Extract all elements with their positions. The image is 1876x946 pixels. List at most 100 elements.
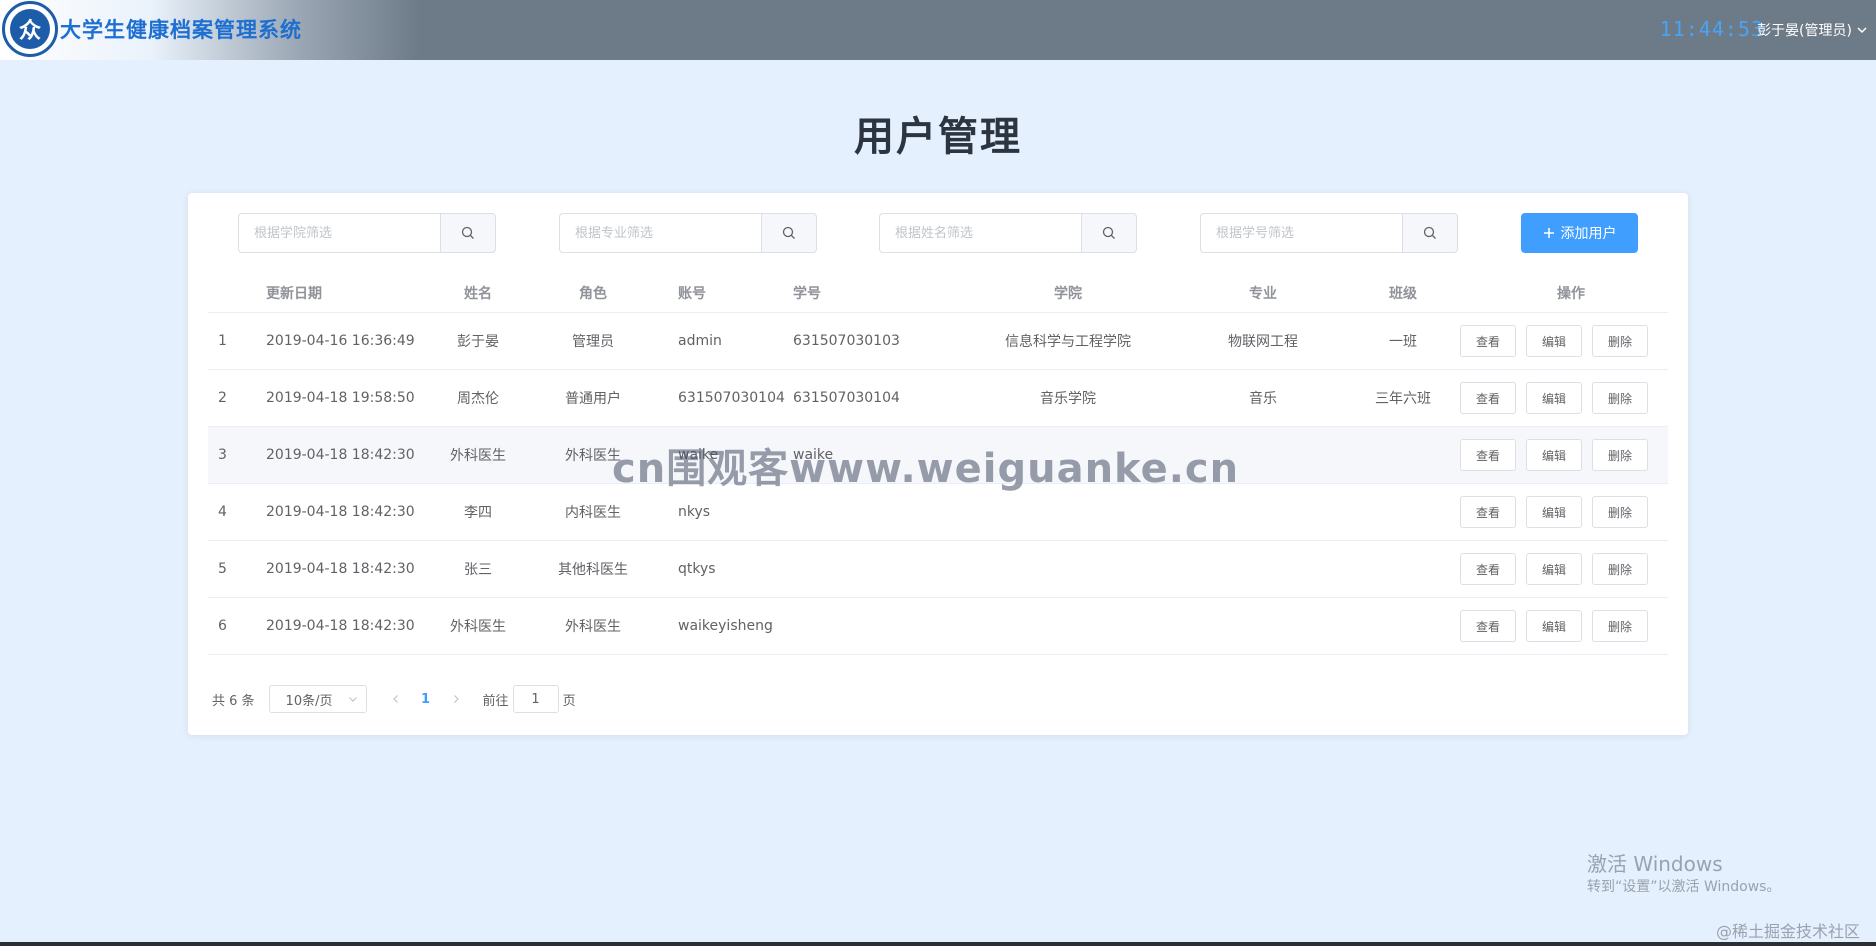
- logo-emblem: 众: [10, 9, 50, 49]
- col-class: 班级: [1389, 285, 1417, 302]
- row-role: 内科医生: [565, 505, 621, 521]
- row-major: [1208, 484, 1318, 540]
- row-class: 三年六班: [1375, 391, 1431, 407]
- chevron-down-icon: [1857, 27, 1867, 34]
- windows-activation-title: 激活 Windows: [1587, 852, 1723, 876]
- row-major: 物联网工程: [1228, 334, 1298, 350]
- delete-button[interactable]: 删除: [1592, 496, 1648, 528]
- student-no-search-button[interactable]: [1402, 213, 1458, 253]
- table-row: 1 2019-04-16 16:36:49 彭于晏 管理员 admin 6315…: [208, 313, 1668, 370]
- col-major: 专业: [1249, 285, 1277, 302]
- delete-button[interactable]: 删除: [1592, 325, 1648, 357]
- row-college: 音乐学院: [1040, 391, 1096, 407]
- search-icon: [782, 226, 795, 239]
- view-button[interactable]: 查看: [1460, 610, 1516, 642]
- name-search-button[interactable]: [1081, 213, 1137, 253]
- row-actions: 查看 编辑 删除: [1460, 313, 1648, 369]
- row-account: nkys: [678, 504, 711, 520]
- major-search-button[interactable]: [761, 213, 817, 253]
- col-date: 更新日期: [266, 285, 322, 302]
- page-suffix: 页: [562, 693, 576, 709]
- view-button[interactable]: 查看: [1460, 439, 1516, 471]
- row-role: 外科医生: [565, 619, 621, 635]
- user-management-card: 添加用户 更新日期 姓名 角色 账号 学号 学院 专业 班级 操作 1 2019…: [188, 193, 1688, 735]
- major-filter: [559, 213, 817, 253]
- row-class: 一班: [1389, 334, 1417, 350]
- row-college: [958, 541, 1178, 597]
- edit-button[interactable]: 编辑: [1526, 496, 1582, 528]
- college-filter-input[interactable]: [238, 213, 440, 253]
- delete-button[interactable]: 删除: [1592, 382, 1648, 414]
- row-role: 外科医生: [565, 448, 621, 464]
- col-account: 账号: [678, 285, 706, 302]
- student-no-filter: [1200, 213, 1458, 253]
- row-name: 张三: [464, 562, 492, 578]
- row-name: 彭于晏: [457, 334, 499, 350]
- table-row: 4 2019-04-18 18:42:30 李四 内科医生 nkys 查看 编辑…: [208, 484, 1668, 541]
- row-index: 1: [218, 333, 227, 349]
- edit-button[interactable]: 编辑: [1526, 610, 1582, 642]
- page-size-value: 10条/页: [285, 693, 333, 709]
- table-header: 更新日期 姓名 角色 账号 学号 学院 专业 班级 操作: [208, 273, 1668, 313]
- total-count: 共 6 条: [212, 693, 255, 709]
- add-user-button[interactable]: 添加用户: [1521, 213, 1638, 253]
- major-filter-input[interactable]: [559, 213, 761, 253]
- view-button[interactable]: 查看: [1460, 553, 1516, 585]
- row-major: [1208, 541, 1318, 597]
- row-college: [958, 598, 1178, 654]
- student-no-filter-input[interactable]: [1200, 213, 1402, 253]
- clock: 11:44:53: [1659, 17, 1764, 41]
- row-index: 6: [218, 618, 227, 634]
- col-name: 姓名: [464, 285, 492, 302]
- view-button[interactable]: 查看: [1460, 325, 1516, 357]
- search-icon: [1102, 226, 1115, 239]
- prev-page-button[interactable]: [381, 685, 411, 713]
- row-date: 2019-04-18 18:42:30: [266, 504, 415, 520]
- row-college: 信息科学与工程学院: [1005, 334, 1131, 350]
- col-student-no: 学号: [793, 285, 821, 302]
- row-role: 管理员: [572, 334, 614, 350]
- row-index: 2: [218, 390, 227, 406]
- row-account: waike: [678, 447, 719, 463]
- table-row: 3 2019-04-18 18:42:30 外科医生 外科医生 waike wa…: [208, 427, 1668, 484]
- row-actions: 查看 编辑 删除: [1460, 427, 1648, 483]
- row-actions: 查看 编辑 删除: [1460, 484, 1648, 540]
- row-student-no: 631507030104: [793, 390, 900, 406]
- college-search-button[interactable]: [440, 213, 496, 253]
- row-account: waikeyisheng: [678, 618, 773, 634]
- name-filter-input[interactable]: [879, 213, 1081, 253]
- add-user-label: 添加用户: [1560, 226, 1617, 242]
- page-number-current[interactable]: 1: [411, 685, 441, 713]
- delete-button[interactable]: 删除: [1592, 553, 1648, 585]
- search-icon: [461, 226, 474, 239]
- page-title: 用户管理: [854, 114, 1022, 160]
- name-filter: [879, 213, 1137, 253]
- edit-button[interactable]: 编辑: [1526, 382, 1582, 414]
- chevron-left-icon: [392, 695, 398, 703]
- row-date: 2019-04-18 18:42:30: [266, 618, 415, 634]
- row-account: 631507030104: [678, 390, 785, 406]
- view-button[interactable]: 查看: [1460, 382, 1516, 414]
- edit-button[interactable]: 编辑: [1526, 325, 1582, 357]
- row-college: [958, 484, 1178, 540]
- table-row: 5 2019-04-18 18:42:30 张三 其他科医生 qtkys 查看 …: [208, 541, 1668, 598]
- user-menu[interactable]: 彭于晏(管理员): [1757, 20, 1868, 40]
- view-button[interactable]: 查看: [1460, 496, 1516, 528]
- row-class: [1348, 484, 1458, 540]
- delete-button[interactable]: 删除: [1592, 439, 1648, 471]
- row-major: [1208, 598, 1318, 654]
- col-role: 角色: [579, 285, 607, 302]
- edit-button[interactable]: 编辑: [1526, 553, 1582, 585]
- user-name: 彭于晏(管理员): [1757, 23, 1852, 39]
- delete-button[interactable]: 删除: [1592, 610, 1648, 642]
- row-actions: 查看 编辑 删除: [1460, 541, 1648, 597]
- page-size-select[interactable]: 10条/页: [268, 685, 367, 713]
- next-page-button[interactable]: [441, 685, 471, 713]
- goto-page-input[interactable]: [512, 685, 559, 713]
- col-college: 学院: [1054, 285, 1082, 302]
- edit-button[interactable]: 编辑: [1526, 439, 1582, 471]
- row-class: [1348, 598, 1458, 654]
- row-name: 李四: [464, 505, 492, 521]
- row-date: 2019-04-18 19:58:50: [266, 390, 415, 406]
- row-date: 2019-04-18 18:42:30: [266, 561, 415, 577]
